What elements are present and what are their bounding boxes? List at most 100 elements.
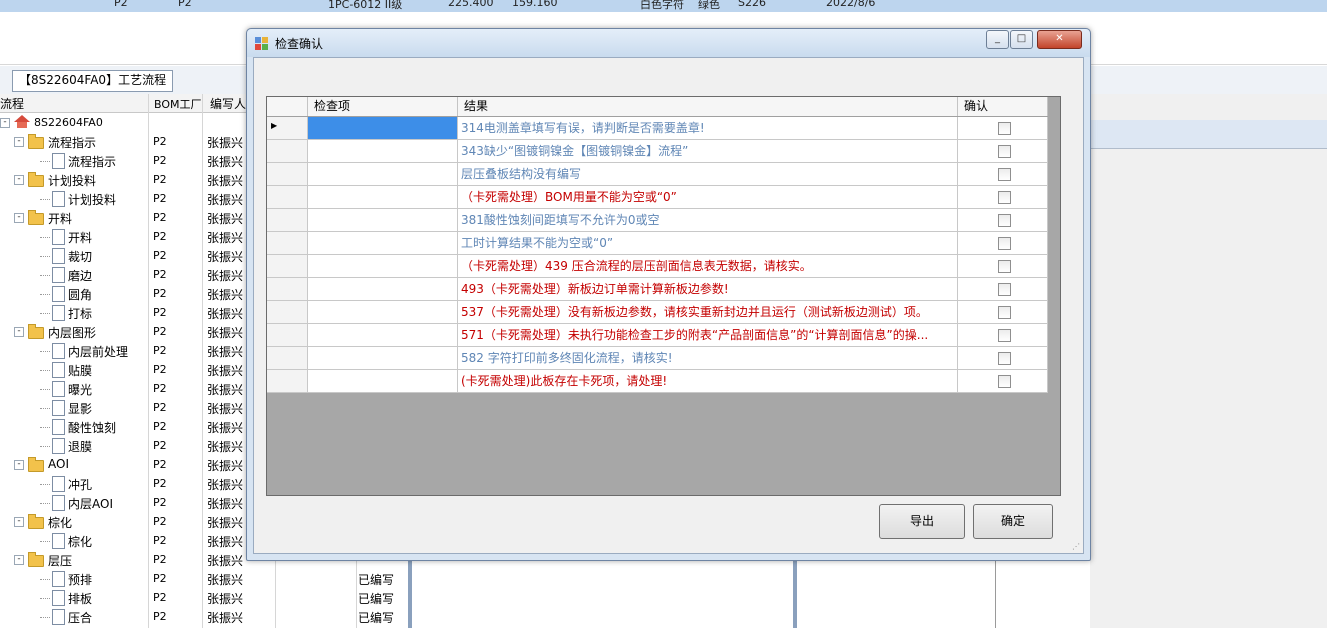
expand-collapse-icon[interactable]: -	[14, 175, 24, 185]
confirm-cell[interactable]	[958, 324, 1048, 347]
result-cell[interactable]: (卡死需处理)此板存在卡死项，请处理!	[458, 370, 958, 393]
row-header[interactable]	[267, 324, 308, 347]
minimize-button[interactable]: _	[986, 30, 1009, 49]
expand-collapse-icon[interactable]: -	[14, 517, 24, 527]
confirm-cell[interactable]	[958, 301, 1048, 324]
header-process[interactable]: 流程	[0, 95, 24, 112]
confirm-checkbox[interactable]	[998, 145, 1011, 158]
row-header[interactable]	[267, 301, 308, 324]
table-row[interactable]: (卡死需处理)此板存在卡死项，请处理!	[267, 370, 1048, 393]
check-item-cell[interactable]	[308, 347, 458, 370]
confirm-cell[interactable]	[958, 209, 1048, 232]
tree-node[interactable]: 排板 P2 张振兴 已编写	[0, 589, 410, 608]
row-header[interactable]	[267, 347, 308, 370]
confirm-checkbox[interactable]	[998, 122, 1011, 135]
result-cell[interactable]: 582 字符打印前多终固化流程，请核实!	[458, 347, 958, 370]
check-item-cell[interactable]	[308, 232, 458, 255]
table-row[interactable]: 层压叠板结构没有编写	[267, 163, 1048, 186]
expand-collapse-icon[interactable]: -	[14, 213, 24, 223]
check-item-cell[interactable]	[308, 278, 458, 301]
result-cell[interactable]: 381酸性蚀刻间距填写不允许为0或空	[458, 209, 958, 232]
table-row[interactable]: 381酸性蚀刻间距填写不允许为0或空	[267, 209, 1048, 232]
result-cell[interactable]: 571（卡死需处理）未执行功能检查工步的附表“产品剖面信息”的“计算剖面信息”的…	[458, 324, 958, 347]
confirm-checkbox[interactable]	[998, 283, 1011, 296]
header-bom-factory[interactable]: BOM工厂	[154, 96, 202, 112]
tree-node[interactable]: 预排 P2 张振兴 已编写	[0, 570, 410, 589]
column-check-item[interactable]: 检查项	[308, 97, 458, 116]
header-writer[interactable]: 编写人	[210, 95, 246, 112]
confirm-cell[interactable]	[958, 232, 1048, 255]
confirm-cell[interactable]	[958, 255, 1048, 278]
confirm-checkbox[interactable]	[998, 191, 1011, 204]
row-header[interactable]	[267, 117, 308, 140]
tree-node[interactable]: 压合 P2 张振兴 已编写	[0, 608, 410, 627]
result-cell[interactable]: （卡死需处理）BOM用量不能为空或“0”	[458, 186, 958, 209]
confirm-cell[interactable]	[958, 163, 1048, 186]
check-item-cell[interactable]	[308, 140, 458, 163]
row-header[interactable]	[267, 278, 308, 301]
row-header[interactable]	[267, 232, 308, 255]
row-header[interactable]	[267, 370, 308, 393]
check-item-cell[interactable]	[308, 301, 458, 324]
column-confirm[interactable]: 确认	[958, 97, 1048, 116]
result-cell[interactable]: 537（卡死需处理）没有新板边参数，请核实重新封边并且运行（测试新板边测试）项。	[458, 301, 958, 324]
tab-process-flow[interactable]: 【8S22604FA0】工艺流程	[12, 70, 174, 92]
check-item-cell[interactable]	[308, 186, 458, 209]
check-grid[interactable]: 检查项 结果 确认 314电测盖章填写有误，请判断是否需要盖章!343缺少“图镀…	[266, 96, 1061, 496]
result-cell[interactable]: 314电测盖章填写有误，请判断是否需要盖章!	[458, 117, 958, 140]
table-row[interactable]: （卡死需处理）439 压合流程的层压剖面信息表无数据，请核实。	[267, 255, 1048, 278]
table-row[interactable]: 582 字符打印前多终固化流程，请核实!	[267, 347, 1048, 370]
column-result[interactable]: 结果	[458, 97, 958, 116]
confirm-cell[interactable]	[958, 347, 1048, 370]
expand-collapse-icon[interactable]: -	[14, 327, 24, 337]
row-header[interactable]	[267, 186, 308, 209]
confirm-checkbox[interactable]	[998, 306, 1011, 319]
confirm-checkbox[interactable]	[998, 237, 1011, 250]
export-button[interactable]: 导出	[879, 504, 965, 539]
table-row[interactable]: （卡死需处理）BOM用量不能为空或“0”	[267, 186, 1048, 209]
row-header[interactable]	[267, 209, 308, 232]
confirm-checkbox[interactable]	[998, 168, 1011, 181]
table-row[interactable]: 571（卡死需处理）未执行功能检查工步的附表“产品剖面信息”的“计算剖面信息”的…	[267, 324, 1048, 347]
table-row[interactable]: 343缺少“图镀铜镍金【图镀铜镍金】流程”	[267, 140, 1048, 163]
confirm-cell[interactable]	[958, 278, 1048, 301]
confirm-cell[interactable]	[958, 140, 1048, 163]
row-header[interactable]	[267, 140, 308, 163]
resize-grip[interactable]: ⋰	[1072, 542, 1081, 551]
table-row[interactable]: 537（卡死需处理）没有新板边参数，请核实重新封边并且运行（测试新板边测试）项。	[267, 301, 1048, 324]
expand-collapse-icon[interactable]: -	[14, 460, 24, 470]
confirm-cell[interactable]	[958, 117, 1048, 140]
row-header[interactable]	[267, 255, 308, 278]
check-item-cell[interactable]	[308, 163, 458, 186]
result-cell[interactable]: 343缺少“图镀铜镍金【图镀铜镍金】流程”	[458, 140, 958, 163]
close-button[interactable]: ✕	[1037, 30, 1082, 49]
check-item-cell[interactable]	[308, 255, 458, 278]
check-item-cell[interactable]	[308, 324, 458, 347]
confirm-checkbox[interactable]	[998, 352, 1011, 365]
check-item-cell[interactable]	[308, 370, 458, 393]
confirm-checkbox[interactable]	[998, 260, 1011, 273]
row-header[interactable]	[267, 163, 308, 186]
confirm-cell[interactable]	[958, 370, 1048, 393]
maximize-button[interactable]: □	[1010, 30, 1033, 49]
confirm-checkbox[interactable]	[998, 375, 1011, 388]
expand-collapse-icon[interactable]: -	[14, 137, 24, 147]
node-factory: P2	[153, 287, 167, 300]
ok-button[interactable]: 确定	[973, 504, 1053, 539]
result-cell[interactable]: 工时计算结果不能为空或“0”	[458, 232, 958, 255]
table-row[interactable]: 493（卡死需处理）新板边订单需计算新板边参数!	[267, 278, 1048, 301]
result-cell[interactable]: （卡死需处理）439 压合流程的层压剖面信息表无数据，请核实。	[458, 255, 958, 278]
expand-collapse-icon[interactable]: -	[14, 555, 24, 565]
confirm-checkbox[interactable]	[998, 214, 1011, 227]
splitter[interactable]	[793, 560, 797, 628]
check-item-cell[interactable]	[308, 117, 458, 140]
result-cell[interactable]: 层压叠板结构没有编写	[458, 163, 958, 186]
dialog-titlebar[interactable]: 检查确认 _ □ ✕	[247, 29, 1090, 57]
confirm-cell[interactable]	[958, 186, 1048, 209]
check-item-cell[interactable]	[308, 209, 458, 232]
table-row[interactable]: 314电测盖章填写有误，请判断是否需要盖章!	[267, 117, 1048, 140]
result-cell[interactable]: 493（卡死需处理）新板边订单需计算新板边参数!	[458, 278, 958, 301]
confirm-checkbox[interactable]	[998, 329, 1011, 342]
table-row[interactable]: 工时计算结果不能为空或“0”	[267, 232, 1048, 255]
expand-collapse-icon[interactable]: -	[0, 118, 10, 128]
